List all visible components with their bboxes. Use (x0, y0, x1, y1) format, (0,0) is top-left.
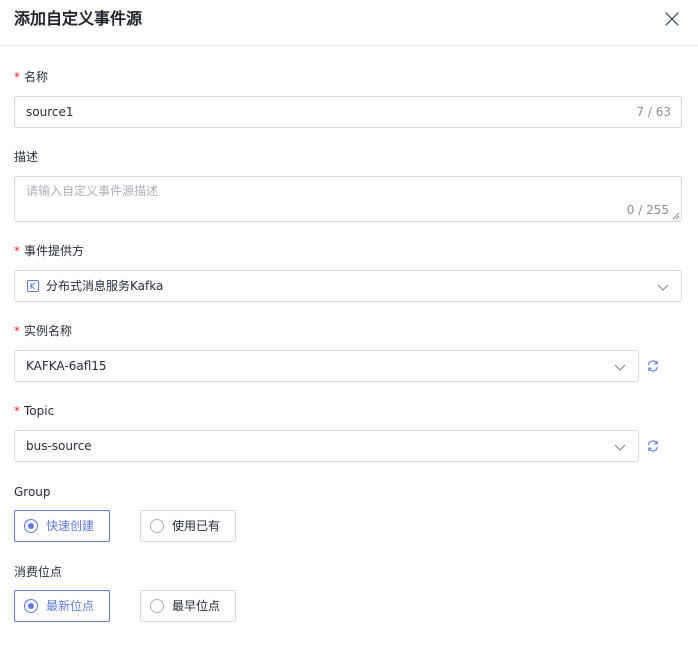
radio-selected-icon (24, 519, 38, 533)
offset-option-earliest[interactable]: 最早位点 (140, 590, 236, 622)
chevron-down-icon (657, 284, 669, 291)
provider-select[interactable]: 分布式消息服务Kafka (14, 270, 682, 302)
offset-label-text: 消费位点 (14, 565, 63, 579)
offset-label: 消费位点 (14, 564, 62, 580)
name-char-counter: 7 / 63 (636, 105, 671, 119)
provider-select-value: 分布式消息服务Kafka (46, 279, 164, 293)
required-mark: * (14, 404, 20, 418)
provider-label: * 事件提供方 (14, 243, 84, 259)
required-mark: * (14, 70, 20, 84)
panel-header: 添加自定义事件源 (0, 0, 698, 46)
description-label-text: 描述 (14, 150, 39, 164)
close-icon (665, 12, 679, 26)
topic-select-value: bus-source (26, 439, 92, 453)
topic-refresh-icon[interactable] (646, 439, 660, 453)
resize-handle-icon[interactable] (672, 212, 680, 220)
instance-label: * 实例名称 (14, 323, 72, 339)
name-input-value: source1 (26, 105, 74, 119)
required-mark: * (14, 244, 20, 258)
instance-select[interactable]: KAFKA-6afl15 (14, 350, 639, 382)
offset-option-label: 最新位点 (46, 599, 95, 613)
radio-unselected-icon (150, 519, 164, 533)
instance-refresh-icon[interactable] (646, 359, 660, 373)
topic-label-text: Topic (24, 404, 55, 418)
topic-select[interactable]: bus-source (14, 430, 639, 462)
group-option-quick-create[interactable]: 快速创建 (14, 510, 110, 542)
group-option-label: 快速创建 (46, 519, 95, 533)
offset-option-label: 最早位点 (172, 599, 221, 613)
description-char-counter: 0 / 255 (626, 203, 669, 217)
offset-option-latest[interactable]: 最新位点 (14, 590, 110, 622)
description-label: 描述 (14, 149, 38, 165)
panel-title: 添加自定义事件源 (14, 9, 143, 28)
name-label: * 名称 (14, 69, 48, 85)
radio-unselected-icon (150, 599, 164, 613)
add-custom-event-source-panel: 添加自定义事件源 * 名称 source1 7 / 63 描述 请输入自定义事件源… (0, 0, 698, 656)
topic-label: * Topic (14, 403, 54, 419)
instance-select-value: KAFKA-6afl15 (26, 359, 107, 373)
group-label-text: Group (14, 485, 51, 499)
name-label-text: 名称 (24, 70, 49, 84)
required-mark: * (14, 324, 20, 338)
close-button[interactable] (662, 9, 682, 29)
description-textarea[interactable]: 请输入自定义事件源描述 0 / 255 (14, 176, 682, 222)
chevron-down-icon (614, 364, 626, 371)
group-label: Group (14, 484, 51, 500)
description-placeholder: 请输入自定义事件源描述 (26, 184, 159, 198)
kafka-icon (27, 280, 39, 292)
radio-selected-icon (24, 599, 38, 613)
chevron-down-icon (614, 444, 626, 451)
name-input[interactable]: source1 7 / 63 (14, 96, 682, 128)
group-option-use-existing[interactable]: 使用已有 (140, 510, 236, 542)
group-option-label: 使用已有 (172, 519, 221, 533)
provider-label-text: 事件提供方 (24, 244, 85, 258)
instance-label-text: 实例名称 (24, 324, 73, 338)
